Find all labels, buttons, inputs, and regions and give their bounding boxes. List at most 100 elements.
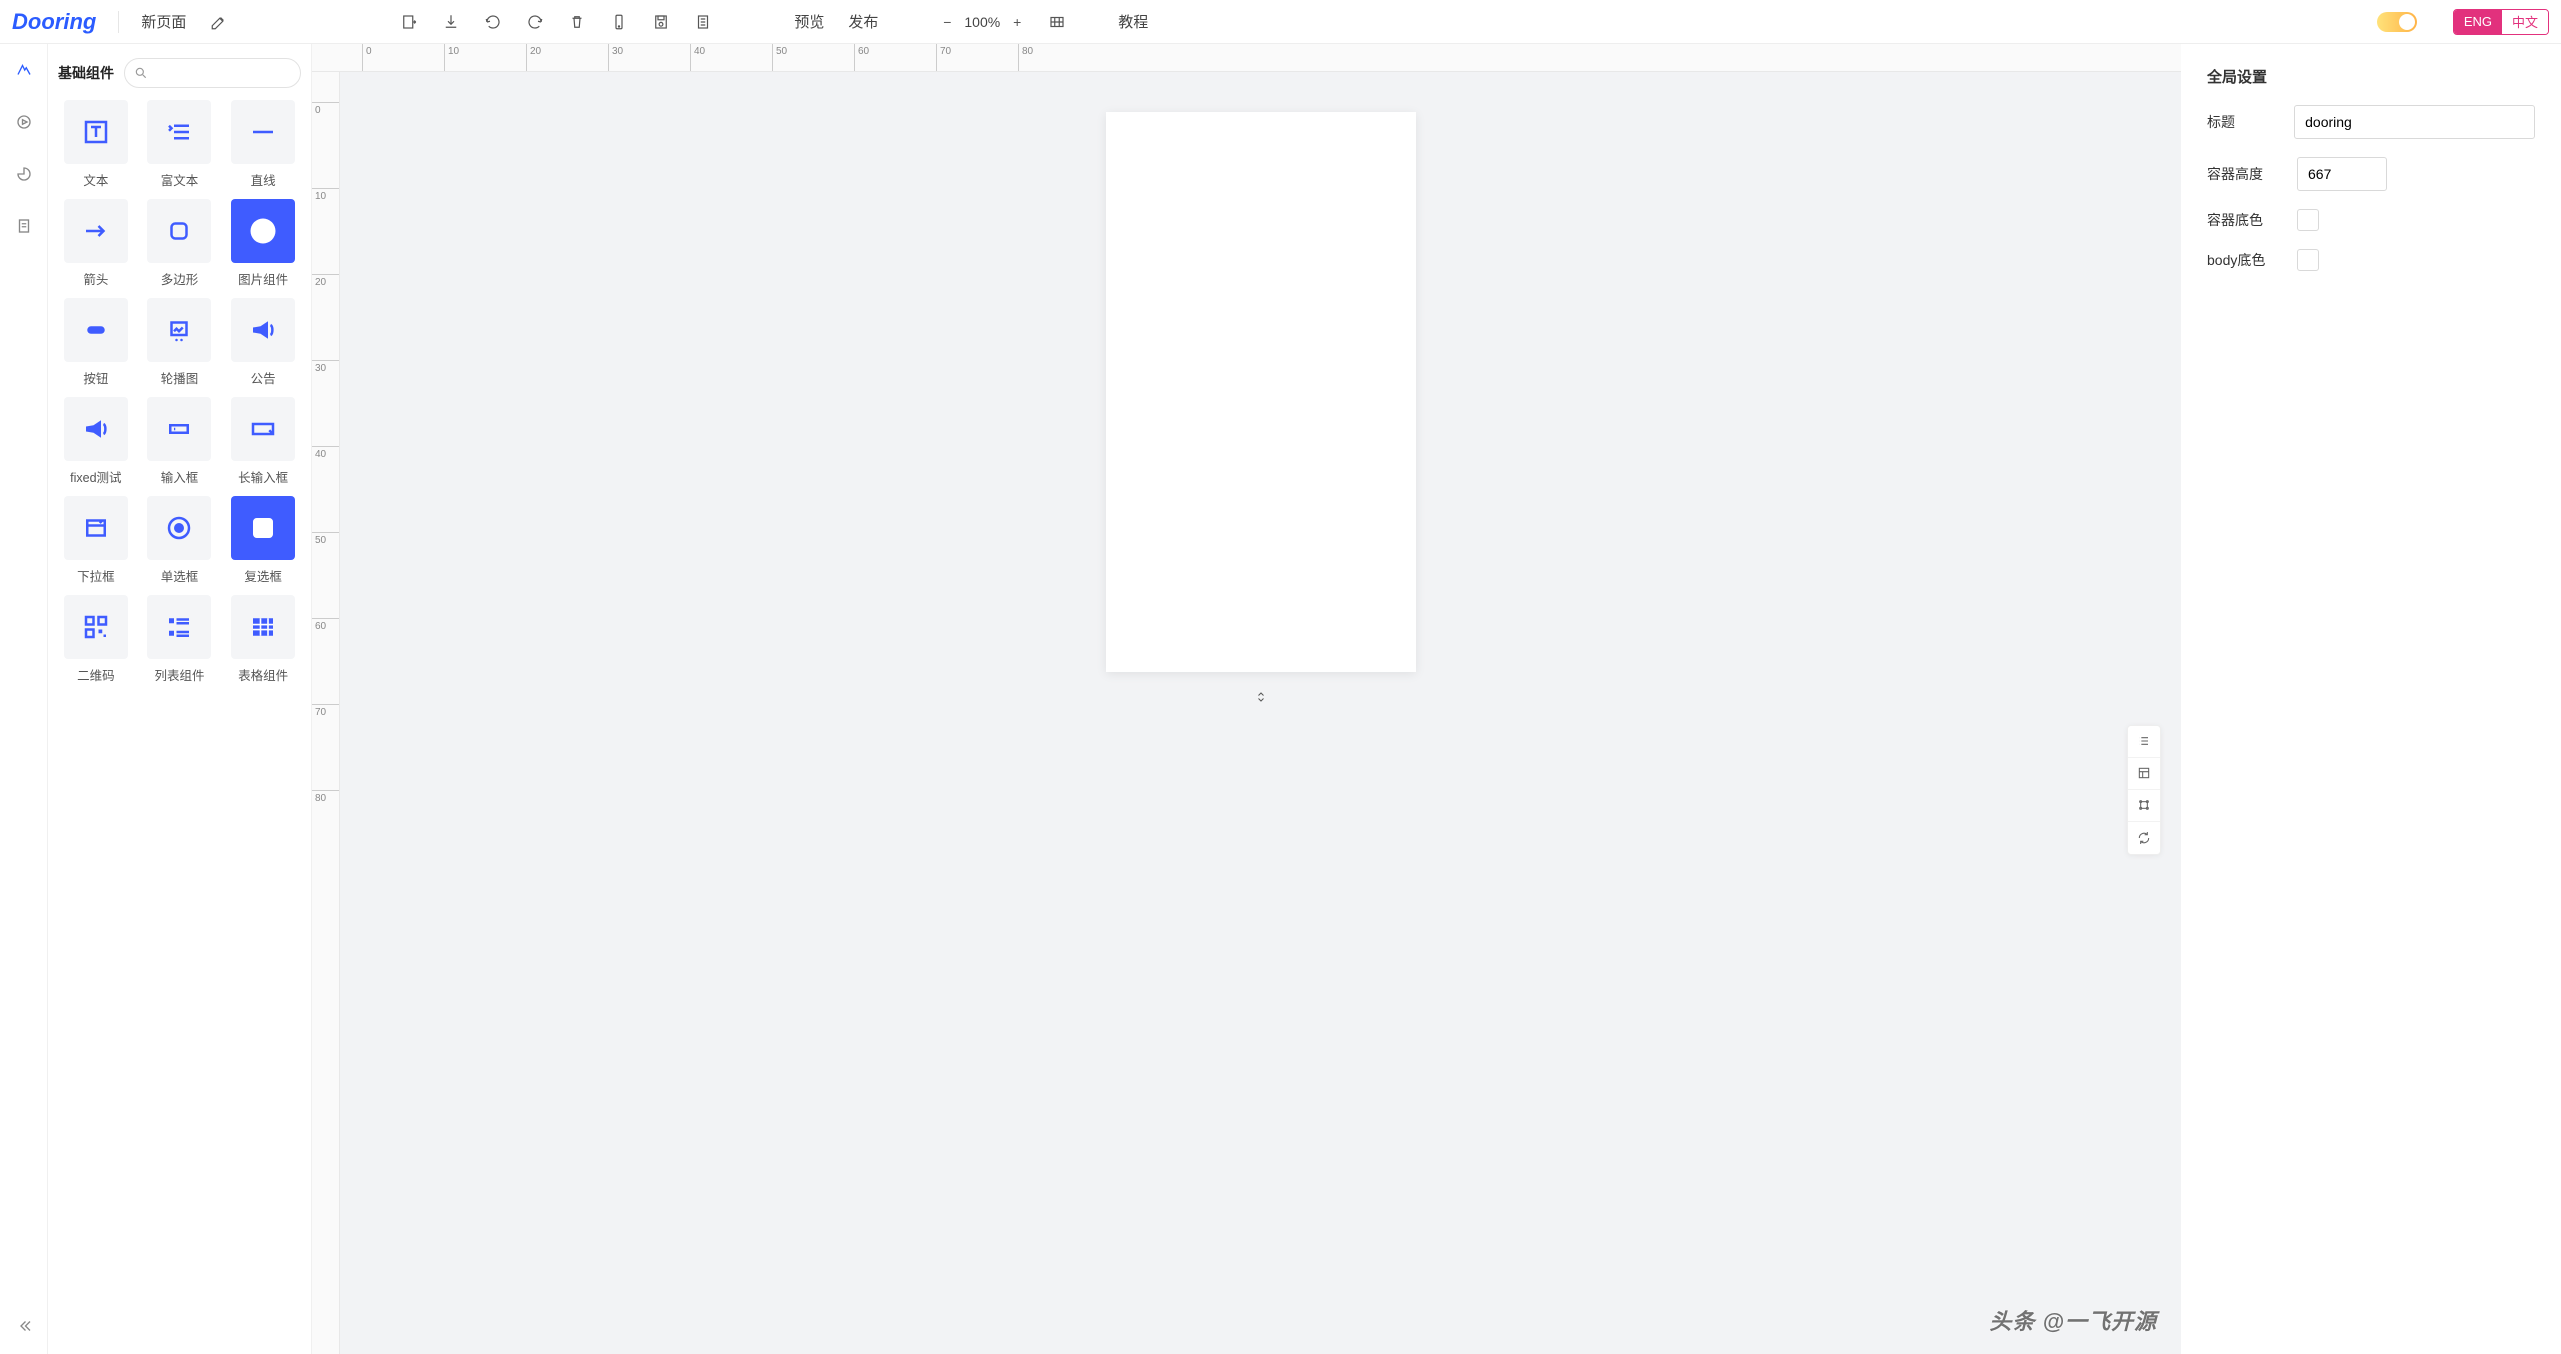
tutorial-button[interactable]: 教程 (1110, 7, 1156, 37)
component-label: 图片组件 (238, 269, 288, 288)
ruler-v-tick: 40 (312, 446, 339, 460)
save-icon[interactable] (644, 7, 678, 37)
canvas: 01020304050607080 01020304050607080 (312, 44, 2181, 1354)
component-image[interactable]: 图片组件 (225, 199, 301, 288)
rail-chart[interactable] (10, 160, 38, 188)
component-polygon[interactable]: 多边形 (142, 199, 218, 288)
divider (118, 11, 119, 33)
checkbox-icon (231, 496, 295, 560)
ruler-v-tick: 60 (312, 618, 339, 632)
component-list[interactable]: 列表组件 (142, 595, 218, 684)
radio-icon (147, 496, 211, 560)
component-table[interactable]: 表格组件 (225, 595, 301, 684)
longinput-icon (231, 397, 295, 461)
ruler-v-tick: 20 (312, 274, 339, 288)
lang-eng[interactable]: ENG (2454, 10, 2502, 34)
artboard[interactable] (1106, 112, 1416, 672)
download-icon[interactable] (434, 7, 468, 37)
component-richtext[interactable]: 富文本 (142, 100, 218, 189)
ruler-horizontal: 01020304050607080 (312, 44, 2181, 72)
publish-button[interactable]: 发布 (840, 7, 886, 37)
component-label: 公告 (251, 368, 276, 387)
component-label: 多边形 (161, 269, 199, 288)
button-icon (64, 298, 128, 362)
component-label: 二维码 (77, 665, 115, 684)
title-input[interactable] (2294, 105, 2535, 139)
rail-play[interactable] (10, 108, 38, 136)
component-arrow[interactable]: 箭头 (58, 199, 134, 288)
ruler-h-tick: 0 (362, 44, 372, 71)
qrcode-icon (64, 595, 128, 659)
search-icon (134, 66, 148, 80)
rail-doc[interactable] (10, 212, 38, 240)
component-fixed[interactable]: fixed测试 (58, 397, 134, 486)
rail-components[interactable] (10, 56, 38, 84)
lang-zh[interactable]: 中文 (2502, 10, 2548, 34)
component-qrcode[interactable]: 二维码 (58, 595, 134, 684)
preview-button[interactable]: 预览 (786, 7, 832, 37)
language-toggle[interactable]: ENG 中文 (2453, 9, 2549, 35)
edit-button[interactable] (202, 7, 236, 37)
zoom-out-button[interactable]: − (932, 7, 962, 37)
body-bg-swatch[interactable] (2297, 249, 2319, 271)
grid-icon[interactable] (1040, 7, 1074, 37)
section-title: 全局设置 (2207, 66, 2535, 87)
input-icon (147, 397, 211, 461)
template-icon[interactable] (686, 7, 720, 37)
select-icon (64, 496, 128, 560)
component-label: 下拉框 (77, 566, 115, 585)
component-label: 富文本 (161, 170, 199, 189)
line-icon (231, 100, 295, 164)
mobile-icon[interactable] (602, 7, 636, 37)
new-page-button[interactable]: 新页面 (133, 7, 194, 37)
table-icon (231, 595, 295, 659)
ruler-h-tick: 50 (772, 44, 787, 71)
component-input[interactable]: 输入框 (142, 397, 218, 486)
float-refresh-icon[interactable] (2128, 822, 2160, 854)
search-input[interactable] (124, 58, 301, 88)
float-layout-icon[interactable] (2128, 758, 2160, 790)
height-input[interactable] (2297, 157, 2387, 191)
component-carousel[interactable]: 轮播图 (142, 298, 218, 387)
component-checkbox[interactable]: 复选框 (225, 496, 301, 585)
image-icon (231, 199, 295, 263)
undo-icon[interactable] (476, 7, 510, 37)
richtext-icon (147, 100, 211, 164)
ruler-v-tick: 30 (312, 360, 339, 374)
component-label: 列表组件 (154, 665, 204, 684)
components-panel: 基础组件 文本富文本直线箭头多边形图片组件按钮轮播图公告fixed测试输入框长输… (48, 44, 312, 1354)
delete-icon[interactable] (560, 7, 594, 37)
component-text[interactable]: 文本 (58, 100, 134, 189)
component-notice[interactable]: 公告 (225, 298, 301, 387)
resize-handle[interactable] (1254, 690, 1268, 704)
ruler-h-tick: 20 (526, 44, 541, 71)
component-radio[interactable]: 单选框 (142, 496, 218, 585)
arrow-icon (64, 199, 128, 263)
container-bg-swatch[interactable] (2297, 209, 2319, 231)
app-logo: Dooring (12, 9, 96, 35)
ruler-h-tick: 30 (608, 44, 623, 71)
ruler-v-tick: 50 (312, 532, 339, 546)
ruler-v-tick: 0 (312, 102, 339, 116)
float-bounds-icon[interactable] (2128, 790, 2160, 822)
component-longinput[interactable]: 长输入框 (225, 397, 301, 486)
component-label: 文本 (83, 170, 108, 189)
notice-icon (231, 298, 295, 362)
theme-toggle[interactable] (2377, 12, 2417, 32)
ruler-h-tick: 10 (444, 44, 459, 71)
component-button[interactable]: 按钮 (58, 298, 134, 387)
height-label: 容器高度 (2207, 164, 2279, 184)
component-label: 单选框 (161, 566, 199, 585)
component-select[interactable]: 下拉框 (58, 496, 134, 585)
component-line[interactable]: 直线 (225, 100, 301, 189)
float-list-icon[interactable] (2128, 726, 2160, 758)
floating-tools (2127, 725, 2161, 855)
rail-collapse[interactable] (10, 1312, 38, 1340)
redo-icon[interactable] (518, 7, 552, 37)
carousel-icon (147, 298, 211, 362)
zoom-in-button[interactable]: + (1002, 7, 1032, 37)
zoom-value: 100% (964, 14, 1000, 30)
stage[interactable] (340, 72, 2181, 1354)
export-icon[interactable] (392, 7, 426, 37)
bg-label: 容器底色 (2207, 210, 2279, 230)
